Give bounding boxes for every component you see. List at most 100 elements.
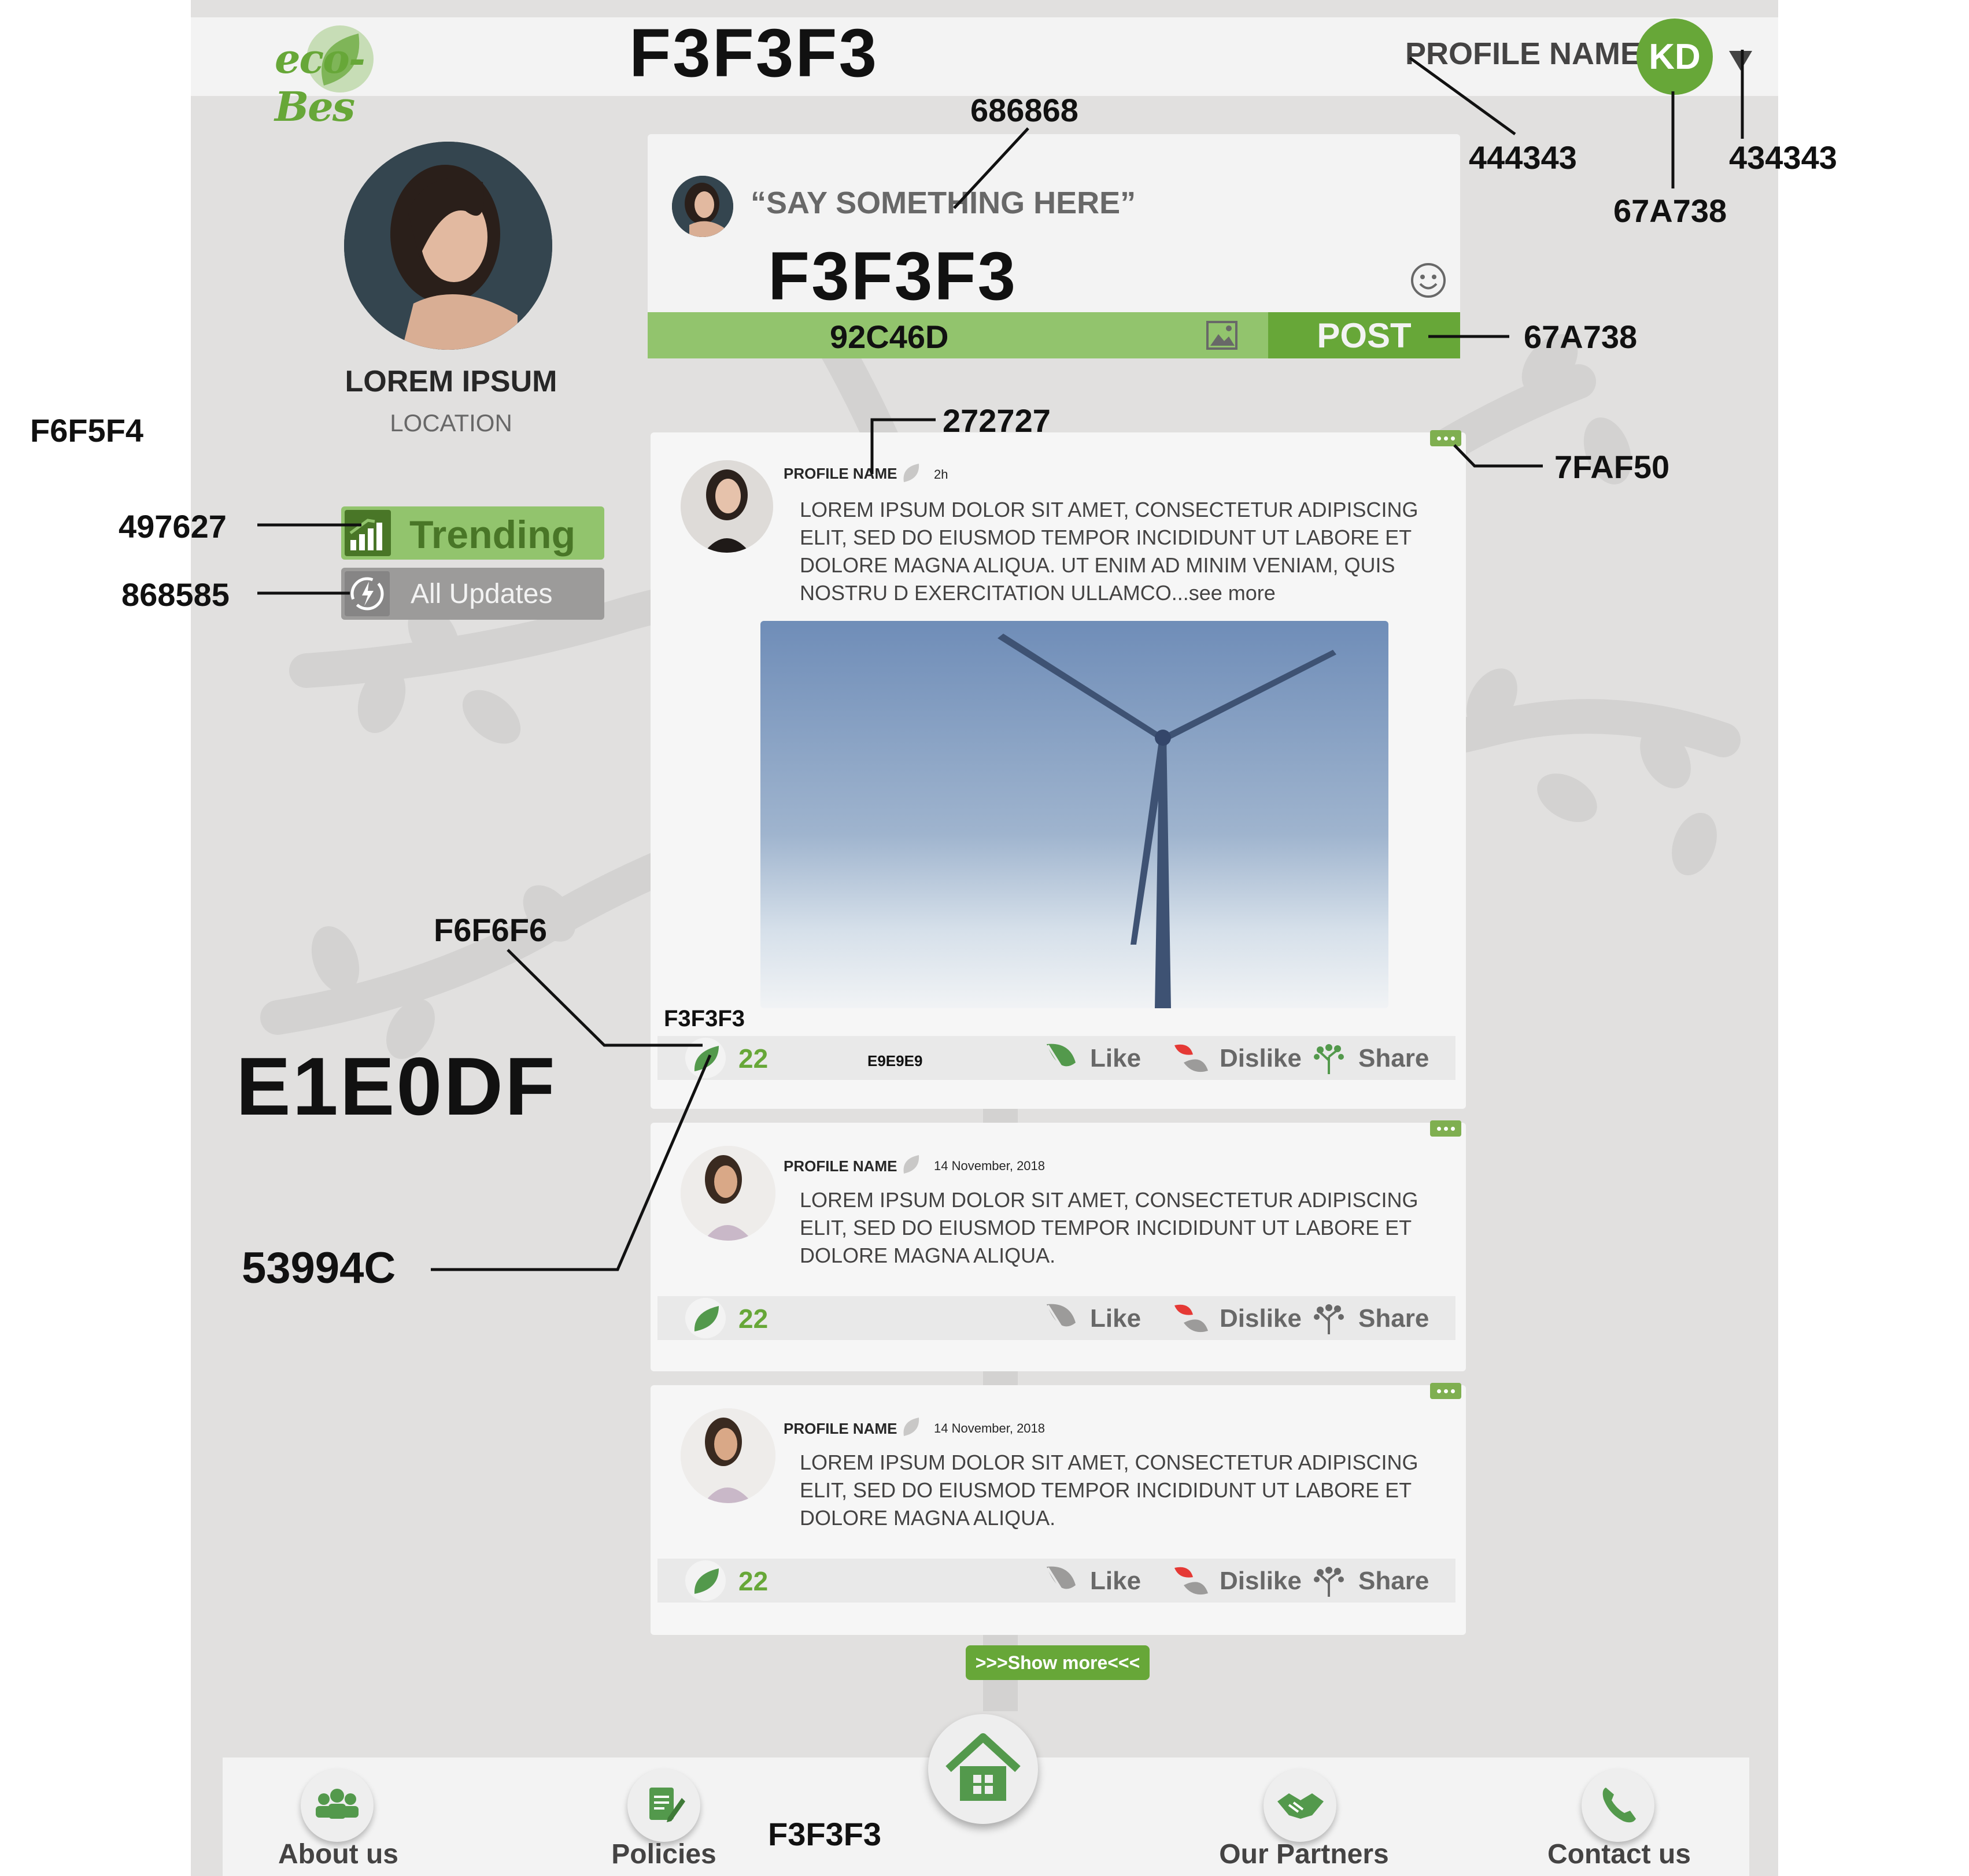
trending-chart-icon (345, 510, 391, 556)
document-edit-icon (649, 1788, 685, 1822)
more-options-icon[interactable] (1430, 430, 1461, 446)
composer-avatar (672, 176, 733, 237)
more-options-icon[interactable] (1430, 1383, 1461, 1399)
profile-name: LOREM IPSUM (345, 365, 557, 398)
footer-label[interactable]: Our Partners (1183, 1838, 1425, 1870)
post-text: LOREM IPSUM DOLOR SIT AMET, CONSECTETUR … (800, 1451, 1418, 1530)
leaf-small-icon (903, 464, 919, 482)
header-profile-name[interactable]: PROFILE NAME (1405, 36, 1641, 72)
header-avatar[interactable]: KD (1636, 18, 1713, 95)
phone-icon (1602, 1788, 1636, 1823)
post-action-bar: 22 Like Dislike Share (657, 1036, 1455, 1080)
profile-location: LOCATION (390, 409, 512, 436)
sidebar-item-all-updates[interactable]: All Updates (341, 568, 604, 620)
eco-bes-logo[interactable]: eco-Bes (272, 22, 405, 131)
post-card: PROFILE NAME 14 November, 2018 LOREM IPS… (651, 1383, 1466, 1635)
post-card: PROFILE NAME 14 November, 2018 LOREM IPS… (651, 1120, 1466, 1371)
post-text: LOREM IPSUM DOLOR SIT AMET, CONSECTETUR … (800, 1188, 1418, 1267)
like-button[interactable]: Like (1090, 1044, 1141, 1073)
home-icon (945, 1733, 1021, 1801)
like-button[interactable]: Like (1090, 1567, 1141, 1596)
handshake-icon (1277, 1793, 1324, 1819)
post-author-name[interactable]: PROFILE NAME (784, 465, 897, 483)
like-leaf-icon[interactable] (1042, 1562, 1080, 1598)
annotation-more-btn: 7FAF50 (1554, 449, 1670, 485)
refresh-bolt-icon (345, 571, 390, 616)
annotation-say-color: 686868 (970, 92, 1078, 128)
footer-policies[interactable] (627, 1769, 700, 1842)
annotation-caret-color: 434343 (1729, 139, 1837, 176)
footer-about-us[interactable] (301, 1769, 374, 1842)
home-button[interactable] (928, 1714, 1038, 1824)
show-more-button[interactable]: >>>Show more<<< (966, 1645, 1150, 1680)
leaf-small-icon (903, 1155, 919, 1174)
like-leaf-icon[interactable] (1042, 1039, 1080, 1075)
composer-input[interactable]: “SAY SOMETHING HERE” (751, 185, 1136, 221)
footer-our-partners[interactable] (1264, 1769, 1336, 1842)
composer-toolbar (648, 312, 1268, 358)
image-upload-icon[interactable] (1206, 320, 1238, 350)
footer-contact-us[interactable] (1582, 1769, 1654, 1842)
dislike-leaf-icon[interactable] (1172, 1562, 1210, 1598)
post-body: LOREM IPSUM DOLOR SIT AMET, CONSECTETUR … (800, 498, 1418, 605)
leaf-count: 22 (738, 1304, 769, 1334)
footer-label[interactable]: Contact us (1518, 1838, 1720, 1870)
share-tree-icon[interactable] (1310, 1300, 1348, 1335)
post-action-bar: 22 Like Dislike Share (657, 1559, 1455, 1603)
dislike-leaf-icon[interactable] (1172, 1039, 1210, 1075)
leaf-count-icon[interactable] (685, 1298, 726, 1338)
post-author-avatar[interactable] (681, 1146, 775, 1241)
dislike-button[interactable]: Dislike (1220, 1304, 1302, 1333)
leaf-count-icon[interactable] (685, 1038, 726, 1078)
profile-dropdown-caret-icon[interactable] (1729, 51, 1752, 71)
logo-text: eco-Bes (275, 35, 365, 131)
annotation-text-color: 272727 (943, 402, 1051, 439)
sidebar-item-trending[interactable]: Trending (341, 506, 604, 560)
post-card: PROFILE NAME 2h LOREM IPSUM DOLOR SIT AM… (651, 430, 1466, 1109)
leaf-count: 22 (738, 1044, 769, 1074)
annotation-updates-color: 868585 (121, 576, 230, 613)
annotation-action-bg: F3F3F3 (664, 1006, 745, 1031)
annotation-composer-bar: 92C46D (830, 319, 949, 355)
post-author-name[interactable]: PROFILE NAME (784, 1420, 897, 1438)
profile-avatar[interactable] (344, 142, 552, 350)
share-button[interactable]: Share (1358, 1304, 1429, 1333)
post-author-name[interactable]: PROFILE NAME (784, 1157, 897, 1175)
annotation-card-bg: F6F6F6 (434, 912, 548, 948)
see-more-link[interactable]: ...see more (1172, 581, 1276, 605)
share-button[interactable]: Share (1358, 1044, 1429, 1073)
profile-photo-icon (344, 142, 552, 350)
like-button[interactable]: Like (1090, 1304, 1141, 1333)
post-time: 14 November, 2018 (934, 1159, 1046, 1173)
annotation-left-bg: F6F5F4 (30, 412, 144, 449)
post-image[interactable] (760, 621, 1388, 1008)
annotation-leaf-color: 53994C (242, 1244, 396, 1293)
post-time: 2h (934, 467, 948, 482)
emoji-icon[interactable] (1410, 262, 1446, 298)
post-author-avatar[interactable] (681, 460, 773, 553)
people-icon (316, 1789, 359, 1819)
dislike-button[interactable]: Dislike (1220, 1567, 1302, 1596)
dislike-leaf-icon[interactable] (1172, 1300, 1210, 1335)
share-tree-icon[interactable] (1310, 1562, 1348, 1598)
annotation-page-bg: E1E0DF (236, 1041, 557, 1133)
sidebar-item-label: All Updates (411, 579, 553, 609)
dislike-button[interactable]: Dislike (1220, 1044, 1302, 1073)
share-button[interactable]: Share (1358, 1567, 1429, 1596)
annotation-bar-bg: E9E9E9 (867, 1052, 923, 1070)
footer-label[interactable]: About us (252, 1838, 425, 1870)
leaf-small-icon (903, 1418, 919, 1436)
leaf-count-icon[interactable] (685, 1560, 726, 1601)
footer-label[interactable]: Policies (577, 1838, 751, 1870)
leaf-count: 22 (738, 1566, 769, 1596)
like-leaf-icon[interactable] (1042, 1300, 1080, 1335)
annotation-avatar-color: 67A738 (1613, 193, 1727, 229)
annotation-post-btn: 67A738 (1524, 319, 1638, 355)
post-action-bar: 22 Like Dislike Share (657, 1296, 1455, 1340)
post-button[interactable]: POST (1268, 312, 1460, 358)
share-tree-icon[interactable] (1310, 1039, 1348, 1075)
post-author-avatar[interactable] (681, 1408, 775, 1503)
more-options-icon[interactable] (1430, 1120, 1461, 1137)
annotation-trending-color: 497627 (119, 508, 227, 545)
annotation-composer-bg: F3F3F3 (768, 238, 1018, 314)
